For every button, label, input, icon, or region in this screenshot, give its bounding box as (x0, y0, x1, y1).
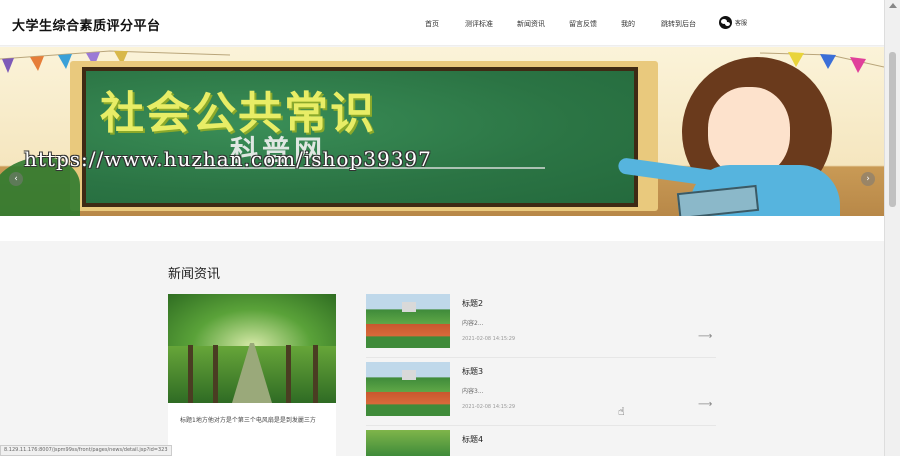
carousel-prev-button[interactable]: ‹ (9, 172, 23, 186)
news-list-item[interactable]: 标题4 (366, 430, 716, 456)
wechat-service[interactable]: 客服 (719, 14, 747, 30)
nav-backend[interactable]: 跳转到后台 (661, 17, 696, 31)
nav-feedback[interactable]: 留言反馈 (569, 17, 597, 31)
wechat-label: 客服 (735, 19, 748, 27)
news-title[interactable]: 标题3 (462, 366, 483, 377)
news-excerpt: 内容3... (462, 388, 484, 395)
tree-trunk (213, 345, 218, 403)
news-date: 2021-02-08 14:15:29 (462, 404, 516, 410)
featured-news-card[interactable]: 标题1地方他对方是个第三个电风扇是是到发麗三方 (168, 294, 336, 456)
nav-evaluation-standard[interactable]: 测评标准 (465, 17, 493, 31)
featured-news-image (168, 294, 336, 403)
scroll-up-icon[interactable] (889, 3, 897, 8)
banner-bottom-strip (0, 216, 884, 241)
carousel-next-button[interactable]: › (861, 172, 875, 186)
news-list-item[interactable]: 标题2 内容2... 2021-02-08 14:15:29 ⟶ (366, 294, 716, 358)
nav-news[interactable]: 新闻资讯 (517, 17, 545, 31)
wechat-icon (719, 15, 732, 29)
news-title[interactable]: 标题2 (462, 298, 483, 309)
banner-carousel[interactable]: 社会公共常识 科普网 https://www.huzhan.com/ishop3… (0, 47, 884, 216)
thumb-building (402, 302, 416, 312)
tree-path (232, 343, 272, 403)
tree-trunk (313, 345, 318, 403)
arrow-right-icon[interactable]: ⟶ (698, 332, 712, 342)
news-list-item[interactable]: 标题3 内容3... 2021-02-08 14:15:29 ⟶ (366, 362, 716, 426)
nav-mine[interactable]: 我的 (621, 17, 635, 31)
news-excerpt: 内容2... (462, 320, 484, 327)
featured-news-title[interactable]: 标题1地方他对方是个第三个电风扇是是到发麗三方 (168, 403, 336, 438)
thumb-building (402, 370, 416, 380)
tree-trunk (286, 345, 291, 403)
news-thumbnail (366, 430, 450, 456)
news-section-title: 新闻资讯 (168, 267, 221, 282)
book-illustration (676, 184, 760, 216)
scrollbar-thumb[interactable] (889, 52, 896, 207)
main-nav: 首页 测评标准 新闻资讯 留言反馈 我的 跳转到后台 (0, 17, 884, 31)
page-scrollbar[interactable] (884, 0, 900, 456)
status-bar-url: 8.129.11.176:8007/jspm99ss/front/pages/n… (0, 445, 172, 456)
nav-home[interactable]: 首页 (425, 17, 439, 31)
news-thumbnail (366, 294, 450, 348)
watermark-url: https://www.huzhan.com/ishop39397 (24, 147, 432, 171)
news-thumbnail (366, 362, 450, 416)
arrow-right-icon[interactable]: ⟶ (698, 400, 712, 410)
hand-cursor-icon: ☝ (618, 405, 625, 418)
site-header: 大学生综合素质评分平台 首页 测评标准 新闻资讯 留言反馈 我的 跳转到后台 客… (0, 0, 884, 46)
tree-canopy (168, 294, 336, 346)
news-date: 2021-02-08 14:15:29 (462, 336, 516, 342)
news-title[interactable]: 标题4 (462, 434, 483, 445)
teacher-illustration-face (708, 87, 790, 177)
tree-trunk (188, 345, 193, 403)
